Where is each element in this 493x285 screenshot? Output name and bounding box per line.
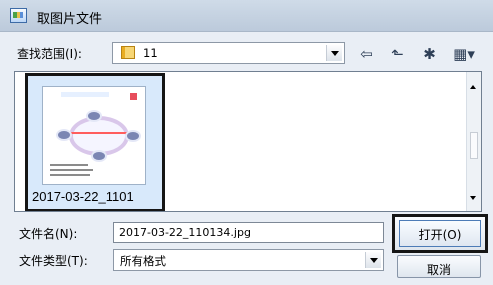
file-name-input[interactable]: 2017-03-22_110134.jpg <box>113 222 384 243</box>
thumbnail-node <box>56 129 72 141</box>
cancel-button-label: 取消 <box>426 263 451 277</box>
up-folder-icon[interactable]: ⬑ <box>388 46 407 63</box>
back-arrow-icon[interactable]: ⇦ <box>357 46 376 63</box>
selected-image-file[interactable]: 2017-03-22_1101 <box>25 73 165 211</box>
vertical-scrollbar[interactable] <box>466 72 481 211</box>
thumbnail-node <box>125 130 141 142</box>
file-open-dialog: 取图片文件 查找范围(I): 11 ⇦ ⬑ ✱ ▦▾ 2017-03-22_11… <box>0 0 493 285</box>
open-button[interactable]: 打开(O) <box>392 214 488 253</box>
view-menu-icon[interactable]: ▦▾ <box>448 46 480 63</box>
thumbnail-red-mark <box>130 93 137 100</box>
look-in-label: 查找范围(I): <box>17 47 82 61</box>
file-name-field-label: 文件名(N): <box>19 227 78 241</box>
open-button-face: 打开(O) <box>399 220 481 247</box>
thumbnail-caption-line <box>50 169 93 171</box>
file-type-select[interactable]: 所有格式 <box>113 249 384 271</box>
look-in-combo[interactable]: 11 <box>112 42 345 64</box>
scroll-up-icon[interactable] <box>470 85 476 89</box>
new-folder-icon[interactable]: ✱ <box>420 46 439 63</box>
chevron-down-icon[interactable] <box>326 45 342 61</box>
thumbnail-red-line <box>65 132 129 134</box>
thumbnail-caption-line <box>50 164 88 166</box>
chevron-down-icon[interactable] <box>365 252 381 268</box>
folder-icon <box>121 46 135 59</box>
scroll-thumb[interactable] <box>470 132 478 159</box>
thumbnail-title-strip <box>61 92 109 97</box>
file-type-label: 文件类型(T): <box>19 254 88 268</box>
window-title: 取图片文件 <box>37 12 103 27</box>
title-bar: 取图片文件 <box>0 0 493 32</box>
file-name-value: 2017-03-22_110134.jpg <box>119 226 251 239</box>
thumbnail-node <box>91 150 107 162</box>
file-list[interactable]: 2017-03-22_1101 <box>14 71 482 212</box>
image-thumbnail <box>42 86 146 185</box>
picture-app-icon <box>10 8 27 23</box>
scroll-down-icon[interactable] <box>470 196 476 200</box>
open-button-label: 打开(O) <box>418 228 462 242</box>
file-type-value: 所有格式 <box>120 254 166 268</box>
cancel-button[interactable]: 取消 <box>397 255 481 278</box>
look-in-value: 11 <box>143 46 158 60</box>
file-name-label: 2017-03-22_1101 <box>32 189 134 204</box>
thumbnail-node <box>86 110 102 122</box>
thumbnail-caption-line <box>50 174 90 176</box>
